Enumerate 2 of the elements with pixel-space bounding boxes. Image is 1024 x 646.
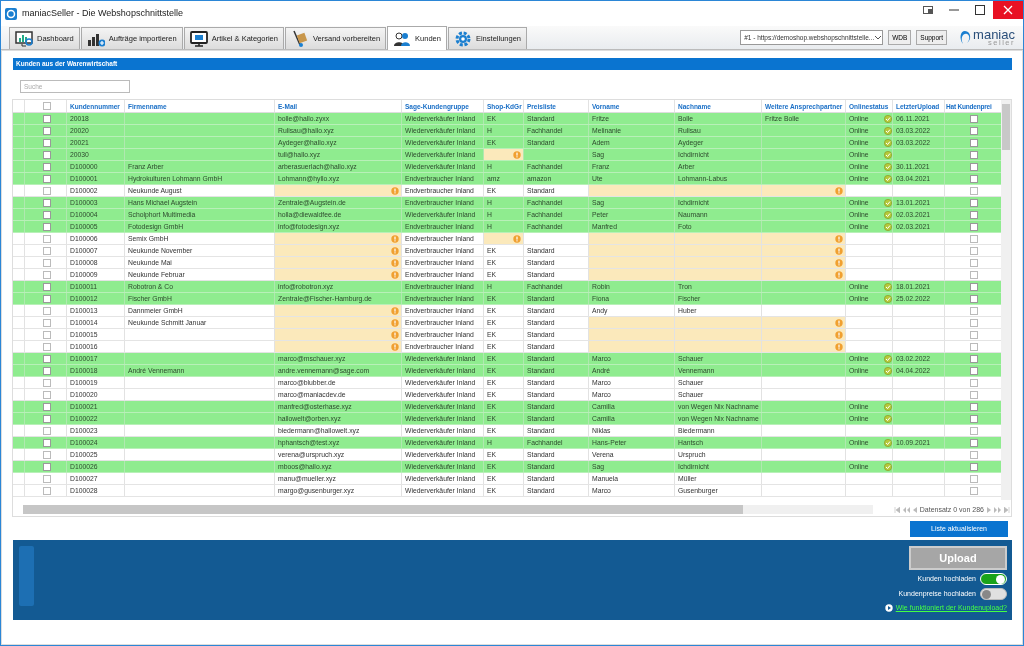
window-title: maniacSeller - Die Webshopschnittstelle: [22, 6, 183, 20]
logo-text: maniac: [973, 29, 1015, 40]
